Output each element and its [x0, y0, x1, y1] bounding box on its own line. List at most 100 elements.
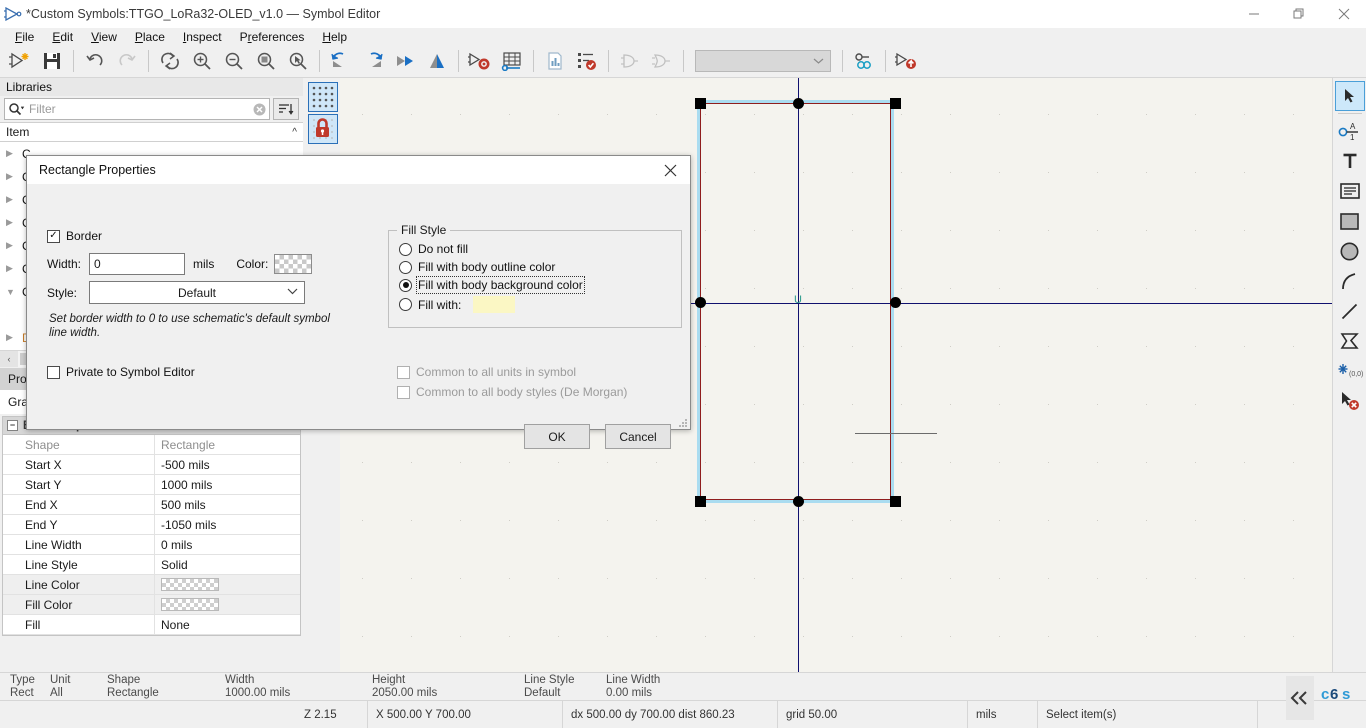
rectangle-tool[interactable] — [1335, 206, 1365, 236]
line-tool[interactable] — [1335, 296, 1365, 326]
private-to-symbol-editor-checkbox[interactable]: Private to Symbol Editor — [47, 365, 195, 379]
property-value[interactable]: 500 mils — [155, 495, 300, 514]
handle-bottom-left[interactable] — [695, 496, 706, 507]
arc-tool[interactable] — [1335, 266, 1365, 296]
select-tool[interactable] — [1334, 81, 1365, 111]
color-swatch[interactable] — [161, 578, 219, 591]
handle-top-right[interactable] — [890, 98, 901, 109]
export-symbol-icon[interactable] — [891, 46, 923, 76]
menu-help[interactable]: Help — [313, 29, 356, 45]
property-row[interactable]: Fill None — [3, 615, 300, 635]
pin-tool[interactable]: A 1 — [1335, 116, 1365, 146]
menu-inspect[interactable]: Inspect — [174, 29, 231, 45]
mirror-vertical-icon[interactable] — [421, 46, 453, 76]
fill-option-body-background[interactable]: Fill with body background color — [399, 276, 585, 294]
property-row[interactable]: Line Color — [3, 575, 300, 595]
collapse-box-icon[interactable]: − — [7, 420, 18, 431]
chevron-right-icon[interactable]: ▶ — [6, 217, 22, 228]
handle-bottom-right[interactable] — [890, 496, 901, 507]
sort-icon[interactable] — [273, 98, 299, 120]
menu-place[interactable]: Place — [126, 29, 174, 45]
fill-option-custom[interactable]: Fill with: — [399, 296, 516, 313]
lock-icon[interactable] — [308, 114, 338, 144]
border-checkbox[interactable]: ✓ Border — [47, 229, 102, 243]
zoom-in-icon[interactable] — [186, 46, 218, 76]
property-row[interactable]: End X 500 mils — [3, 495, 300, 515]
rotate-cw-icon[interactable] — [357, 46, 389, 76]
property-value[interactable]: None — [155, 615, 300, 634]
pin-table-icon[interactable] — [496, 46, 528, 76]
resize-grip[interactable] — [678, 418, 688, 428]
delete-tool[interactable] — [1335, 386, 1365, 416]
scroll-left-icon[interactable]: ‹ — [0, 350, 18, 367]
chevron-right-icon[interactable]: ▶ — [6, 240, 22, 251]
property-value[interactable]: -500 mils — [155, 455, 300, 474]
handle-top-mid[interactable] — [793, 98, 804, 109]
chevron-down-icon[interactable]: ▼ — [6, 287, 22, 297]
zoom-fit-icon[interactable] — [250, 46, 282, 76]
fill-option-do-not-fill[interactable]: Do not fill — [399, 242, 468, 256]
menu-view[interactable]: View — [82, 29, 126, 45]
status-units[interactable]: mils — [968, 700, 1038, 728]
circle-tool[interactable] — [1335, 236, 1365, 266]
status-grid[interactable]: grid 50.00 — [778, 700, 968, 728]
filter-input[interactable]: Filter — [4, 98, 270, 120]
property-row[interactable]: End Y -1050 mils — [3, 515, 300, 535]
text-tool[interactable] — [1335, 146, 1365, 176]
maximize-button[interactable] — [1276, 0, 1321, 28]
chevron-right-icon[interactable]: ▶ — [6, 194, 22, 205]
property-value[interactable]: 0 mils — [155, 535, 300, 554]
polygon-tool[interactable] — [1335, 326, 1365, 356]
collapse-chevrons-icon[interactable] — [1286, 676, 1314, 720]
new-symbol-icon[interactable] — [4, 46, 36, 76]
textbox-tool[interactable] — [1335, 176, 1365, 206]
fill-option-body-outline[interactable]: Fill with body outline color — [399, 260, 555, 274]
chevron-right-icon[interactable]: ▶ — [6, 332, 22, 343]
property-value[interactable] — [155, 595, 300, 614]
property-value[interactable]: Solid — [155, 555, 300, 574]
menu-file[interactable]: File — [6, 29, 43, 45]
handle-right-mid[interactable] — [890, 297, 901, 308]
refresh-icon[interactable] — [154, 46, 186, 76]
property-row[interactable]: Line Width 0 mils — [3, 535, 300, 555]
unit-selector[interactable] — [695, 49, 831, 72]
chevron-right-icon[interactable]: ▶ — [6, 171, 22, 182]
cancel-button[interactable]: Cancel — [605, 424, 671, 449]
menu-preferences[interactable]: Preferences — [231, 29, 314, 45]
property-value[interactable]: Rectangle — [155, 435, 300, 454]
property-row[interactable]: Shape Rectangle — [3, 435, 300, 455]
handle-bottom-mid[interactable] — [793, 496, 804, 507]
pin-link-icon[interactable] — [848, 46, 880, 76]
border-color-swatch[interactable] — [274, 254, 313, 274]
custom-fill-color-swatch[interactable] — [473, 296, 516, 313]
property-row[interactable]: Line Style Solid — [3, 555, 300, 575]
width-input[interactable]: 0 — [89, 253, 185, 275]
mirror-horizontal-icon[interactable] — [389, 46, 421, 76]
handle-left-mid[interactable] — [695, 297, 706, 308]
close-button[interactable] — [1321, 0, 1366, 28]
property-row[interactable]: Start X -500 mils — [3, 455, 300, 475]
anchor-tool[interactable]: (0,0) — [1335, 356, 1365, 386]
color-swatch[interactable] — [161, 598, 219, 611]
property-row[interactable]: Fill Color — [3, 595, 300, 615]
property-value[interactable] — [155, 575, 300, 594]
property-row[interactable]: Start Y 1000 mils — [3, 475, 300, 495]
rotate-ccw-icon[interactable] — [325, 46, 357, 76]
ok-button[interactable]: OK — [524, 424, 590, 449]
save-icon[interactable] — [36, 46, 68, 76]
symbol-properties-icon[interactable] — [464, 46, 496, 76]
handle-top-left[interactable] — [695, 98, 706, 109]
erc-check-icon[interactable] — [571, 46, 603, 76]
chevron-right-icon[interactable]: ▶ — [6, 148, 22, 159]
zoom-out-icon[interactable] — [218, 46, 250, 76]
property-value[interactable]: -1050 mils — [155, 515, 300, 534]
zoom-selection-icon[interactable] — [282, 46, 314, 76]
tree-column-header[interactable]: Item ^ — [0, 122, 303, 142]
chevron-right-icon[interactable]: ▶ — [6, 263, 22, 274]
property-value[interactable]: 1000 mils — [155, 475, 300, 494]
grid-icon[interactable] — [308, 82, 338, 112]
minimize-button[interactable] — [1231, 0, 1276, 28]
menu-edit[interactable]: Edit — [43, 29, 82, 45]
undo-icon[interactable] — [79, 46, 111, 76]
style-dropdown[interactable]: Default — [89, 281, 305, 304]
